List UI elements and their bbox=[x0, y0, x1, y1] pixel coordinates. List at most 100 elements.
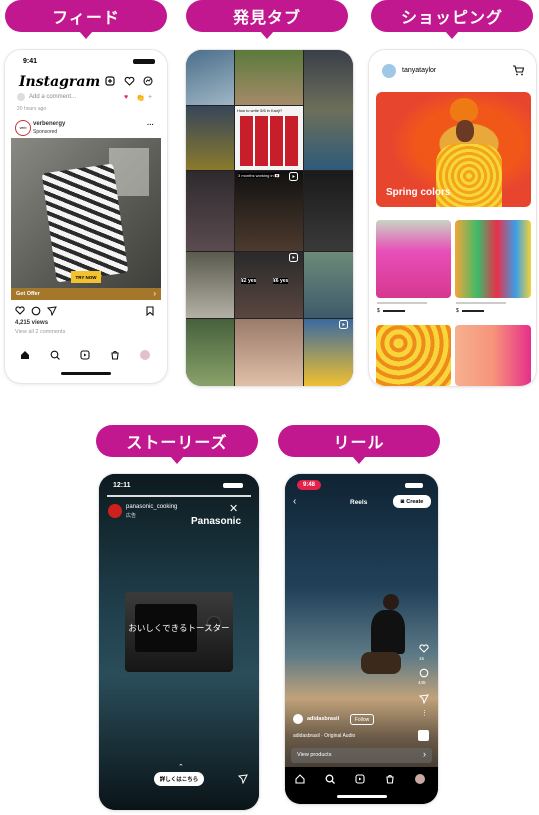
search-icon[interactable] bbox=[50, 350, 60, 360]
label-feed: フィード bbox=[5, 0, 167, 39]
sponsored-label: Sponsored bbox=[33, 129, 58, 135]
explore-tile[interactable] bbox=[304, 319, 353, 386]
product-price: $ bbox=[377, 308, 380, 314]
explore-caption: How to write 5/6 in Kanji? bbox=[237, 108, 283, 113]
account-avatar[interactable]: verb bbox=[15, 120, 31, 136]
account-avatar[interactable] bbox=[293, 714, 303, 724]
label-explore: 発見タブ bbox=[186, 0, 348, 39]
explore-tile[interactable] bbox=[186, 252, 234, 318]
view-products-label: View products bbox=[297, 752, 332, 758]
follow-button[interactable]: Follow bbox=[350, 714, 374, 725]
camera-icon: ◙ bbox=[400, 498, 405, 505]
product-title-line bbox=[377, 302, 427, 304]
product-tile[interactable] bbox=[376, 325, 451, 386]
label-stories: ストーリーズ bbox=[96, 425, 258, 464]
feed-phone: 9:41 Instagram Add a comment... ♥ 👏 + 20… bbox=[5, 50, 167, 383]
clap-emoji-icon[interactable]: 👏 bbox=[136, 94, 145, 102]
explore-caption: 3 months working in 🇯🇵 bbox=[238, 173, 280, 178]
explore-tile[interactable] bbox=[186, 171, 234, 251]
view-products-button[interactable]: View products › bbox=[291, 748, 432, 763]
get-offer-bar[interactable]: Get Offer › bbox=[11, 288, 161, 300]
explore-tile[interactable] bbox=[186, 50, 234, 105]
view-comments-link[interactable]: View all 2 comments bbox=[15, 329, 65, 335]
product-tile[interactable] bbox=[455, 220, 531, 298]
account-name[interactable]: panasonic_cooking bbox=[126, 504, 177, 510]
explore-tile[interactable] bbox=[304, 50, 353, 170]
share-icon[interactable] bbox=[238, 774, 248, 784]
create-label: Create bbox=[406, 498, 424, 505]
product-tile[interactable] bbox=[455, 325, 531, 386]
avatar bbox=[17, 93, 25, 101]
label-reels: リール bbox=[278, 425, 440, 464]
back-icon[interactable]: ‹ bbox=[293, 496, 296, 507]
account-avatar[interactable] bbox=[108, 504, 122, 518]
account-name[interactable]: verbenergy bbox=[33, 121, 65, 127]
shop-icon[interactable] bbox=[110, 350, 120, 360]
audio-thumbnail[interactable] bbox=[418, 730, 429, 741]
explore-tile[interactable]: How to write 5/6 in Kanji? bbox=[235, 106, 303, 170]
shopping-phone: tanyataylor Spring colors $ $ bbox=[369, 50, 536, 386]
explore-tile[interactable] bbox=[186, 319, 234, 386]
account-name[interactable]: adidasbrasil bbox=[307, 716, 339, 722]
story-caption: おいしくできるトースター bbox=[128, 623, 230, 633]
price-line bbox=[383, 310, 405, 312]
explore-tile[interactable] bbox=[304, 171, 353, 251]
story-progress bbox=[107, 495, 251, 497]
explore-tile[interactable] bbox=[235, 319, 303, 386]
explore-caption: ¥2 yes bbox=[241, 278, 257, 284]
heart-icon[interactable] bbox=[124, 76, 135, 86]
bookmark-icon[interactable] bbox=[146, 306, 154, 316]
share-icon[interactable] bbox=[47, 306, 57, 316]
explore-tile[interactable] bbox=[235, 50, 303, 105]
messenger-icon[interactable] bbox=[143, 76, 153, 86]
learn-more-button[interactable]: 詳しくはこちら bbox=[154, 772, 204, 786]
chevron-up-icon: ⌃ bbox=[178, 764, 184, 771]
create-button[interactable]: ◙ Create bbox=[393, 495, 431, 508]
search-icon[interactable] bbox=[325, 774, 335, 784]
shop-icon[interactable] bbox=[385, 774, 395, 784]
account-avatar[interactable] bbox=[382, 64, 396, 78]
comment-input[interactable]: Add a comment... bbox=[29, 94, 76, 100]
status-time: 12:11 bbox=[113, 482, 131, 489]
athlete-legs bbox=[361, 652, 401, 674]
profile-icon[interactable] bbox=[415, 774, 425, 784]
more-icon[interactable]: ⋮ bbox=[421, 709, 428, 717]
profile-icon[interactable] bbox=[140, 350, 150, 360]
home-indicator bbox=[61, 372, 111, 375]
battery-icon bbox=[133, 59, 155, 64]
cart-icon[interactable] bbox=[512, 65, 524, 76]
kanji-grid bbox=[240, 116, 298, 166]
chevron-right-icon: › bbox=[423, 749, 426, 759]
home-icon[interactable] bbox=[295, 774, 305, 784]
bottom-nav bbox=[285, 767, 438, 804]
heart-icon[interactable] bbox=[419, 644, 429, 653]
label-shopping: ショッピング bbox=[371, 0, 533, 39]
hero-banner[interactable]: Spring colors bbox=[376, 92, 531, 207]
more-icon[interactable]: ··· bbox=[147, 122, 154, 129]
reels-icon[interactable] bbox=[355, 774, 365, 784]
product-title-line bbox=[456, 302, 506, 304]
reels-title: Reels bbox=[350, 499, 368, 506]
close-icon[interactable]: ✕ bbox=[229, 502, 238, 515]
head-wrap bbox=[450, 98, 478, 122]
comment-icon[interactable] bbox=[31, 306, 41, 316]
comment-icon[interactable] bbox=[419, 668, 429, 678]
add-post-icon[interactable] bbox=[105, 76, 115, 86]
explore-tile[interactable] bbox=[304, 252, 353, 318]
reel-icon bbox=[339, 320, 348, 329]
explore-tile[interactable] bbox=[186, 106, 234, 170]
post-image[interactable]: TRY NOW bbox=[11, 138, 161, 288]
explore-tile[interactable]: 3 months working in 🇯🇵 bbox=[235, 171, 303, 251]
heart-emoji-icon[interactable]: ♥ bbox=[124, 94, 128, 101]
share-icon[interactable] bbox=[419, 694, 429, 704]
add-emoji-icon[interactable]: + bbox=[148, 94, 152, 101]
audio-label[interactable]: adidasbrasil · Original Audio bbox=[293, 733, 355, 739]
reels-icon[interactable] bbox=[80, 350, 90, 360]
athlete-figure bbox=[361, 594, 406, 692]
like-icon[interactable] bbox=[15, 306, 25, 315]
stories-phone: 12:11 panasonic_cooking 広告 ✕ Panasonic お… bbox=[99, 474, 259, 810]
product-tile[interactable] bbox=[376, 220, 451, 298]
account-name[interactable]: tanyataylor bbox=[402, 67, 436, 74]
home-icon[interactable] bbox=[20, 350, 30, 360]
battery-icon bbox=[223, 483, 243, 488]
